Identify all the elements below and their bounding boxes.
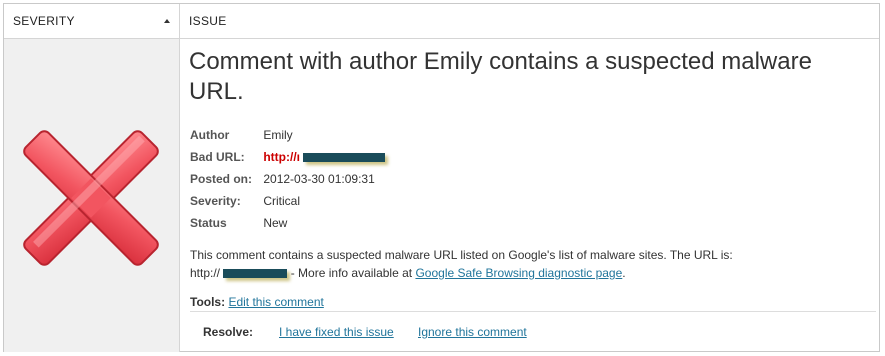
ignore-comment-link[interactable]: Ignore this comment (418, 325, 527, 339)
issue-cell: Comment with author Emily contains a sus… (180, 39, 880, 352)
meta-label: Severity: (190, 194, 241, 208)
safe-browsing-link[interactable]: Google Safe Browsing diagnostic page (415, 266, 622, 280)
severity-header-label: SEVERITY (13, 14, 75, 28)
issue-column-header: ISSUE (180, 4, 880, 38)
more-info-text: - More info available at (290, 266, 413, 280)
meta-label: Bad URL: (190, 150, 245, 164)
red-x-critical-icon (23, 130, 159, 266)
description-url-prefix: http:// (190, 266, 221, 280)
meta-label: Author (190, 128, 230, 142)
table-header: SEVERITY ISSUE (4, 4, 879, 39)
bad-url-value: http://ı (263, 150, 300, 164)
issue-header-label: ISSUE (189, 14, 227, 28)
issue-meta: Author Emily Bad URL: http://ı Posted on… (190, 124, 386, 234)
sort-ascending-icon[interactable] (164, 19, 170, 23)
meta-row-status: Status New (190, 212, 385, 234)
resolve-bar: Resolve: I have fixed this issue Ignore … (190, 311, 876, 348)
meta-label: Status (190, 216, 227, 230)
meta-value: New (263, 216, 288, 230)
meta-label: Posted on: (190, 172, 252, 186)
issue-description: This comment contains a suspected malwar… (190, 246, 860, 282)
severity-column-header[interactable]: SEVERITY (4, 4, 180, 38)
meta-row-bad-url: Bad URL: http://ı (190, 146, 386, 168)
meta-value: Critical (263, 194, 301, 208)
description-period: . (622, 266, 626, 280)
issue-title: Comment with author Emily contains a sus… (189, 48, 812, 105)
tools-row: Tools: Edit this comment (190, 295, 324, 309)
severity-cell (4, 39, 180, 352)
edit-comment-link[interactable]: Edit this comment (228, 295, 323, 309)
issues-table: SEVERITY ISSUE Comment with author Emily… (3, 3, 880, 352)
meta-row-author: Author Emily (190, 124, 385, 146)
meta-value: 2012-03-30 01:09:31 (263, 172, 375, 186)
tools-label: Tools: (190, 295, 226, 309)
meta-value: Emily (263, 128, 293, 142)
resolve-label: Resolve: (203, 325, 254, 339)
meta-row-severity: Severity: Critical (190, 190, 385, 212)
description-text: This comment contains a suspected malwar… (190, 248, 733, 262)
fixed-issue-link[interactable]: I have fixed this issue (279, 325, 394, 339)
redaction-bar (223, 269, 288, 279)
meta-row-posted: Posted on: 2012-03-30 01:09:31 (190, 168, 385, 190)
redaction-bar (303, 153, 386, 163)
